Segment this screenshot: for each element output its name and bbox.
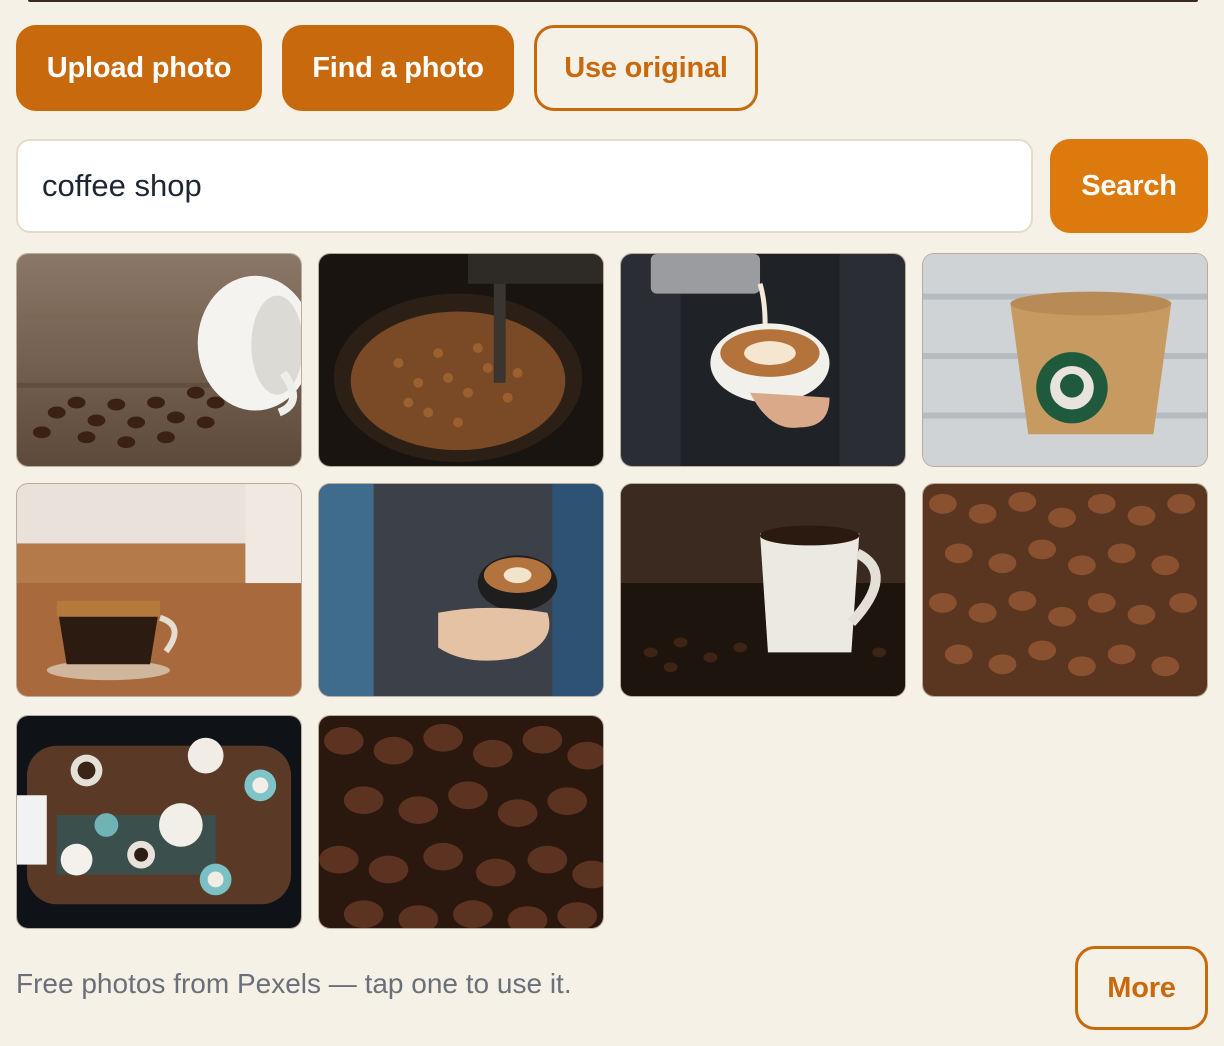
photo-beans-closeup[interactable]	[922, 483, 1208, 697]
photo-dark-beans[interactable]	[318, 715, 604, 929]
photo-search-input[interactable]	[16, 139, 1033, 233]
use-original-button[interactable]: Use original	[534, 25, 758, 111]
photo-barista-latte[interactable]	[318, 483, 604, 697]
photo-cafe-table-overhead[interactable]	[16, 715, 302, 929]
photo-latte-pour[interactable]	[620, 253, 906, 467]
photo-starbucks-sleeve[interactable]	[922, 253, 1208, 467]
find-photo-button[interactable]: Find a photo	[282, 25, 514, 111]
more-results-button[interactable]: More	[1075, 946, 1208, 1030]
upload-photo-button[interactable]: Upload photo	[16, 25, 262, 111]
photo-white-mug-beans[interactable]	[620, 483, 906, 697]
photo-roaster-beans[interactable]	[318, 253, 604, 467]
pexels-attribution-note: Free photos from Pexels — tap one to use…	[16, 968, 572, 999]
photo-espresso-glass[interactable]	[16, 483, 302, 697]
search-button[interactable]: Search	[1050, 139, 1208, 233]
previous-image-edge	[28, 0, 1198, 2]
photo-cup-spilled-beans[interactable]	[16, 253, 302, 467]
